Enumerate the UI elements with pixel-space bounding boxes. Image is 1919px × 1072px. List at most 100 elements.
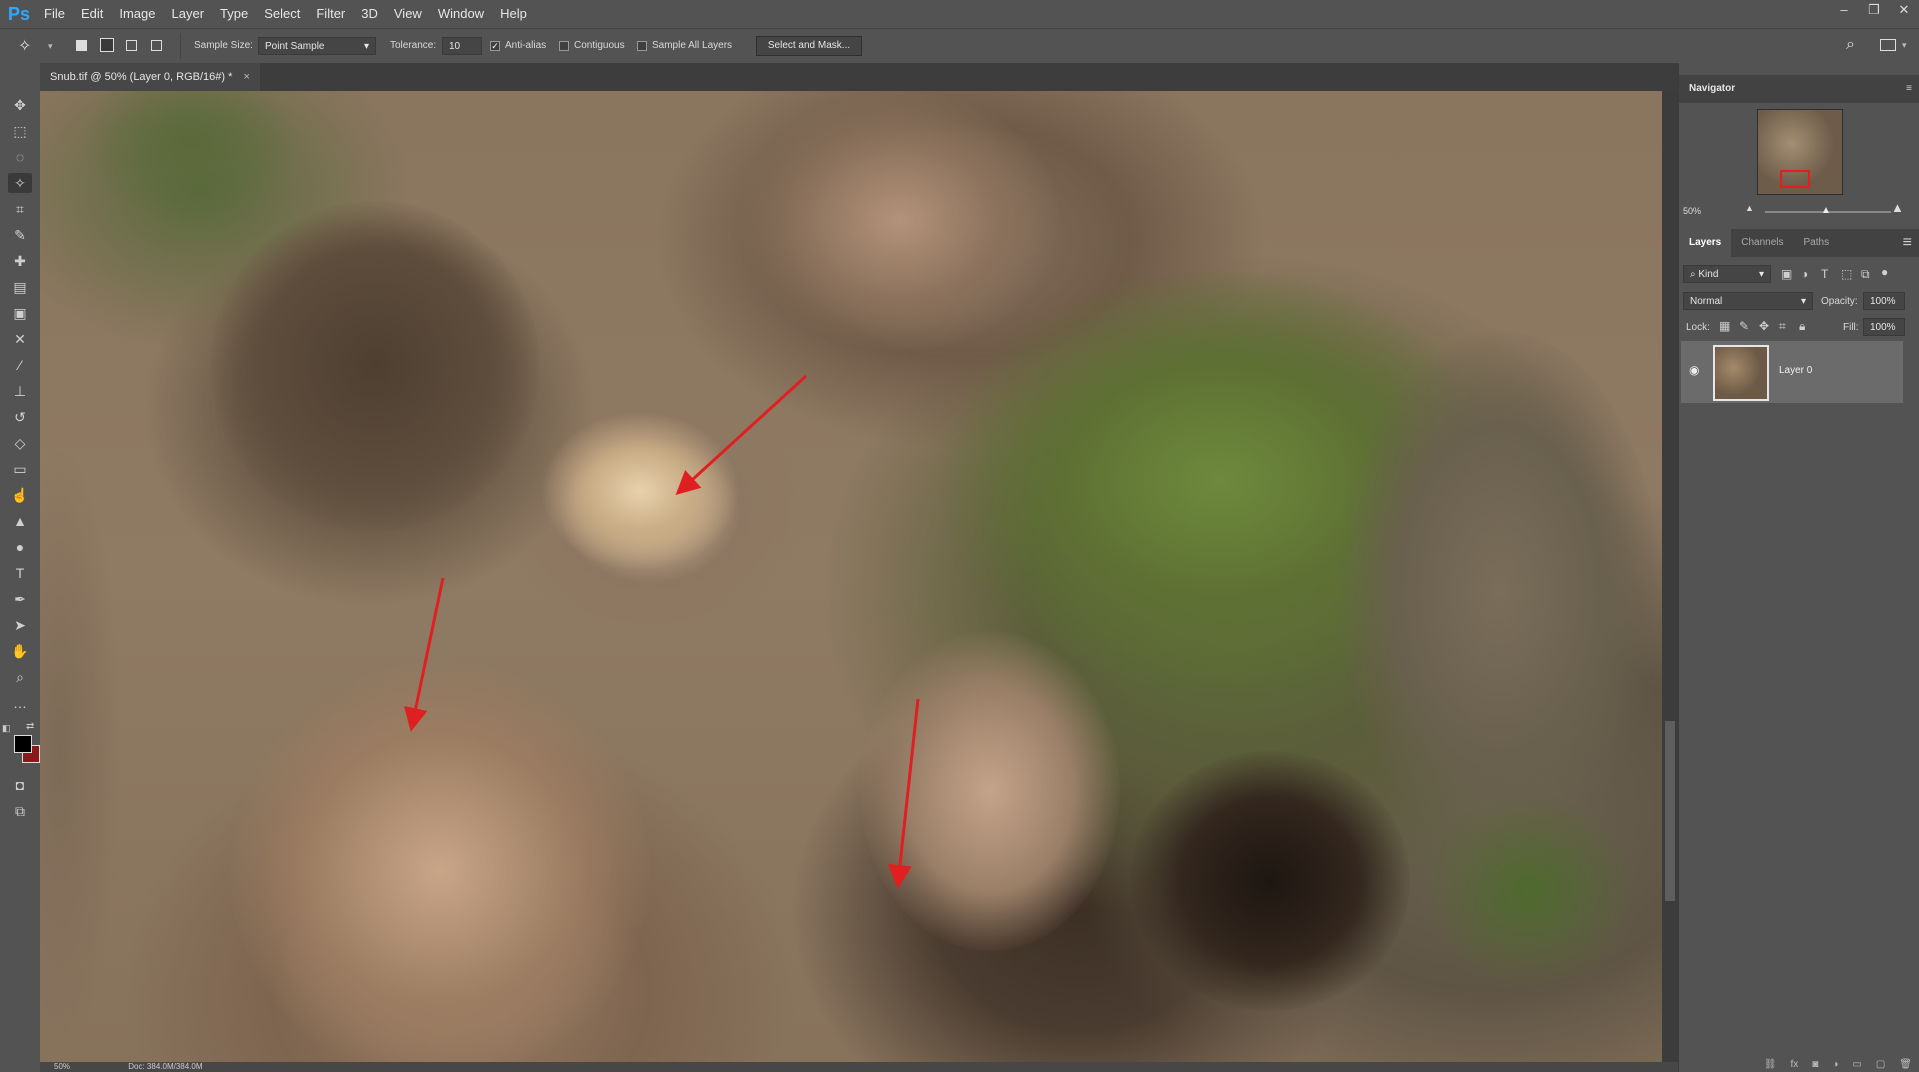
new-layer-icon[interactable]: ▢ [1876,1059,1885,1072]
filter-shape-icon[interactable]: ⬚ [1841,267,1852,281]
workspace-icon[interactable] [1880,39,1896,51]
eye-icon[interactable]: ◉ [1689,363,1699,377]
filter-pixel-icon[interactable]: ▣ [1781,267,1792,281]
zoom-slider-handle[interactable]: ▲ [1821,205,1831,216]
zoom-tool-icon[interactable]: ⌕ [8,667,32,687]
marquee-tool-icon[interactable]: ⬚ [8,121,32,141]
lock-artboard-icon[interactable]: ⌗ [1779,319,1786,334]
history-brush-tool-icon[interactable]: ↺ [8,407,32,427]
crop-tool-icon[interactable]: ⌗ [8,199,32,219]
panel-menu-icon[interactable]: ≡ [1906,75,1912,103]
lock-position-icon[interactable]: ✥ [1759,319,1769,333]
content-aware-move-tool-icon[interactable]: ✕ [8,329,32,349]
move-tool-icon[interactable]: ✥ [8,95,32,115]
document-tab[interactable]: Snub.tif @ 50% (Layer 0, RGB/16#) * × [40,63,260,91]
magic-wand-tool-icon[interactable]: ✧ [8,173,32,193]
close-window-button[interactable]: ✕ [1889,0,1919,20]
brush-tool-icon[interactable]: ⁄ [8,355,32,375]
filter-smart-object-icon[interactable]: ⧉ [1861,267,1870,282]
swap-colors-icon[interactable]: ⇄ [26,721,34,732]
fill-input[interactable]: 100% [1863,318,1905,336]
lock-transparent-icon[interactable]: ▦ [1719,319,1730,333]
pen-tool-icon[interactable]: ✒ [8,589,32,609]
filter-type-icon[interactable]: T [1821,267,1828,281]
blur-tool-icon[interactable]: ▲ [8,511,32,531]
canvas[interactable] [40,91,1662,1062]
more-tools-icon[interactable]: … [8,693,32,713]
quick-mask-icon[interactable]: ◘ [8,775,32,795]
link-layers-icon[interactable]: ⛓ [1764,1059,1777,1072]
eraser-tool-icon[interactable]: ◇ [8,433,32,453]
chevron-down-icon[interactable]: ▾ [48,41,53,52]
layer-style-icon[interactable]: fx [1791,1059,1799,1072]
type-tool-icon[interactable]: T [8,563,32,583]
scrollbar-thumb[interactable] [1665,721,1675,901]
panel-menu-icon[interactable]: ≡ [1903,229,1919,257]
lock-image-icon[interactable]: ✎ [1739,319,1749,333]
patch-tool-icon[interactable]: ▤ [8,277,32,297]
vertical-scrollbar[interactable] [1662,91,1678,1062]
dodge-tool-icon[interactable]: ● [8,537,32,557]
new-group-icon[interactable]: ▭ [1852,1059,1861,1072]
path-selection-tool-icon[interactable]: ➤ [8,615,32,635]
sample-size-dropdown[interactable]: Point Sample ▾ [258,37,376,55]
tab-channels[interactable]: Channels [1731,229,1793,257]
eyedropper-tool-icon[interactable]: ✎ [8,225,32,245]
tab-layers[interactable]: Layers [1679,229,1732,257]
restore-button[interactable]: ❐ [1859,0,1889,20]
blend-mode-dropdown[interactable]: Normal ▾ [1683,292,1813,310]
delete-layer-icon[interactable]: 🗑︎ [1899,1059,1912,1072]
subtract-from-selection-icon[interactable] [126,40,137,51]
gradient-tool-icon[interactable]: ▭ [8,459,32,479]
chevron-down-icon[interactable]: ▾ [1902,40,1907,51]
foreground-color-swatch[interactable] [14,735,32,753]
select-and-mask-button[interactable]: Select and Mask... [756,36,862,56]
add-mask-icon[interactable]: ◙ [1812,1059,1818,1072]
contiguous-checkbox[interactable] [559,41,569,51]
navigator-zoom-value[interactable]: 50% [1683,206,1701,216]
filter-adjustment-icon[interactable]: ◑ [1801,267,1808,281]
sample-all-layers-checkbox[interactable] [637,41,647,51]
menu-view[interactable]: View [386,0,430,28]
menu-image[interactable]: Image [111,0,163,28]
hand-tool-icon[interactable]: ✋ [8,641,32,661]
menu-help[interactable]: Help [492,0,535,28]
red-arrow-3 [888,698,920,889]
lock-all-icon[interactable]: 🔒︎ [1799,319,1805,334]
adjustment-layer-icon[interactable]: ◑ [1832,1059,1838,1072]
zoom-out-icon[interactable]: ▲ [1745,203,1754,213]
navigator-view-box[interactable] [1780,170,1810,188]
menu-file[interactable]: File [36,0,73,28]
screen-mode-icon[interactable]: ⧉ [8,801,32,821]
menu-window[interactable]: Window [430,0,492,28]
menu-filter[interactable]: Filter [308,0,353,28]
healing-brush-tool-icon[interactable]: ✚ [8,251,32,271]
tolerance-input[interactable]: 10 [442,37,482,55]
menu-type[interactable]: Type [212,0,256,28]
menu-layer[interactable]: Layer [164,0,213,28]
smudge-tool-icon[interactable]: ☝ [8,485,32,505]
close-tab-icon[interactable]: × [243,71,249,83]
magic-wand-tool-preset-icon[interactable]: ✧ [18,36,31,56]
menu-select[interactable]: Select [256,0,308,28]
frame-tool-icon[interactable]: ▣ [8,303,32,323]
filter-toggle-icon[interactable]: ● [1881,265,1888,279]
layer-row[interactable]: ◉ Layer 0 [1681,341,1903,403]
minimize-button[interactable]: – [1829,0,1859,20]
menu-edit[interactable]: Edit [73,0,111,28]
menu-3d[interactable]: 3D [353,0,386,28]
new-selection-icon[interactable] [76,40,87,51]
opacity-input[interactable]: 100% [1863,292,1905,310]
add-to-selection-icon[interactable] [100,38,114,52]
navigator-thumbnail[interactable] [1757,109,1843,195]
anti-alias-checkbox[interactable]: ✓ [490,41,500,51]
default-colors-icon[interactable]: ◧ [2,723,11,734]
search-icon[interactable]: ⌕ [1846,36,1855,54]
clone-stamp-tool-icon[interactable]: ⊥ [8,381,32,401]
zoom-in-icon[interactable]: ▲ [1891,200,1904,215]
intersect-selection-icon[interactable] [151,40,162,51]
layer-name[interactable]: Layer 0 [1779,365,1812,376]
tab-paths[interactable]: Paths [1794,229,1840,257]
lasso-tool-icon[interactable]: ◌ [8,147,32,167]
layer-kind-filter[interactable]: ⌕ Kind ▾ [1683,265,1771,283]
